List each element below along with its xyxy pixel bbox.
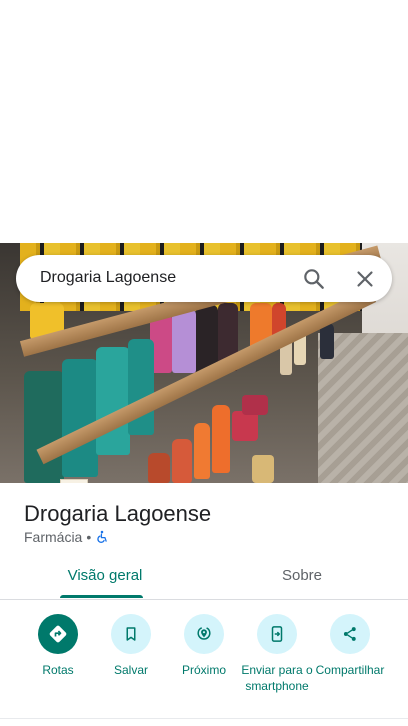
close-icon[interactable] xyxy=(352,266,378,292)
share-button[interactable]: Compartilhar xyxy=(310,614,390,678)
action-label: Próximo xyxy=(181,663,226,677)
send-to-phone-button[interactable]: Enviar para o smartphone xyxy=(237,614,317,694)
place-meta: Farmácia • xyxy=(24,529,109,545)
tab-label: Visão geral xyxy=(67,567,143,584)
photo-price-tag xyxy=(60,479,88,483)
directions-icon xyxy=(38,614,78,654)
tab-divider xyxy=(0,599,408,600)
photo-product xyxy=(252,455,274,483)
nearby-icon xyxy=(184,614,224,654)
photo-product xyxy=(172,309,196,373)
meta-separator: • xyxy=(86,529,92,545)
tab-label: Sobre xyxy=(281,567,323,584)
nearby-button[interactable]: Próximo xyxy=(164,614,244,678)
photo-product xyxy=(172,439,192,483)
save-button[interactable]: Salvar xyxy=(91,614,171,678)
photo-product xyxy=(96,347,130,455)
map-area-blank xyxy=(0,0,408,243)
action-label: Salvar xyxy=(113,663,148,677)
photo-product xyxy=(242,395,268,415)
section-divider xyxy=(0,718,408,719)
photo-product xyxy=(212,405,230,473)
action-label: Enviar para o smartphone xyxy=(241,663,313,693)
action-label: Compartilhar xyxy=(315,663,385,677)
share-icon xyxy=(330,614,370,654)
photo-product xyxy=(148,453,170,483)
bookmark-icon xyxy=(111,614,151,654)
send-to-phone-icon xyxy=(257,614,297,654)
photo-product xyxy=(232,411,258,441)
place-category[interactable]: Farmácia xyxy=(24,529,82,545)
active-tab-indicator xyxy=(60,595,143,598)
directions-button[interactable]: Rotas xyxy=(18,614,98,678)
search-query[interactable]: Drogaria Lagoense xyxy=(40,269,176,287)
photo-product xyxy=(194,423,210,479)
wheelchair-icon[interactable] xyxy=(95,530,109,544)
photo-product xyxy=(24,371,64,483)
photo-product xyxy=(62,359,98,477)
photo-product xyxy=(320,323,334,359)
place-title: Drogaria Lagoense xyxy=(24,501,212,526)
search-icon[interactable] xyxy=(301,266,327,292)
tab-about[interactable]: Sobre xyxy=(232,567,372,599)
action-label: Rotas xyxy=(42,663,74,677)
search-bar[interactable]: Drogaria Lagoense xyxy=(16,255,392,302)
